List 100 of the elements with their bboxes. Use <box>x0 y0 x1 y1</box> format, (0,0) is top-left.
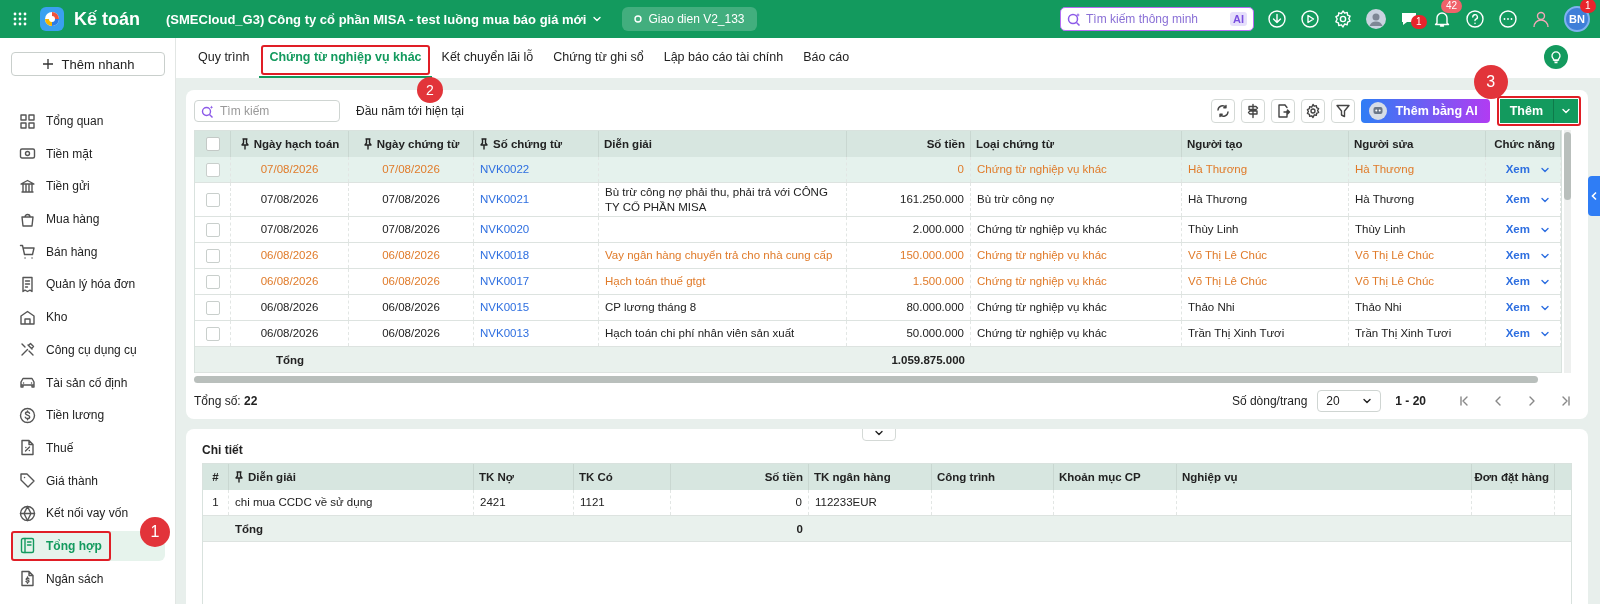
table-row[interactable]: 07/08/2026 07/08/2026 NVK0020 2.000.000 Chứng từ nghiệp vụ khác Thùy Linh Thùy Linh Xem <box>195 217 1561 243</box>
vertical-scrollbar[interactable] <box>1564 132 1571 200</box>
table-cell: 07/08/2026 <box>382 192 440 207</box>
lightbulb-button[interactable] <box>1544 45 1568 69</box>
horizontal-scrollbar[interactable] <box>194 376 1538 383</box>
collapse-toggle[interactable] <box>862 429 896 441</box>
filter-button[interactable] <box>1331 99 1356 123</box>
sparkle-search-icon <box>1067 12 1081 26</box>
table-cell: 06/08/2026 <box>382 300 440 315</box>
filter-icon <box>1335 103 1352 119</box>
tab[interactable]: Chứng từ ghi sổ <box>543 38 654 78</box>
document-link[interactable]: NVK0015 <box>480 300 530 315</box>
view-link[interactable]: Xem <box>1505 192 1530 207</box>
bell-icon[interactable] <box>1432 9 1452 29</box>
play-icon[interactable] <box>1300 9 1320 29</box>
document-link[interactable]: NVK0022 <box>480 162 530 177</box>
view-link[interactable]: Xem <box>1505 248 1530 263</box>
sidebar-item[interactable]: Tiền mặt <box>11 138 165 169</box>
document-link[interactable]: NVK0021 <box>480 192 530 207</box>
export-file-button[interactable] <box>1271 99 1296 123</box>
sidebar-item[interactable]: Tiền lương <box>11 400 165 431</box>
table-cell: 06/08/2026 <box>382 274 440 289</box>
sidebar-item[interactable]: Mua hàng <box>11 204 165 235</box>
row-checkbox[interactable] <box>205 248 220 263</box>
row-checkbox[interactable] <box>205 326 220 341</box>
table-row[interactable]: 06/08/2026 06/08/2026 NVK0018 Vay ngân hàng chuyển trả cho nhà cung cấp 150.000.000 Chứng từ nghiệp vụ khác Võ Thị Lê Chúc Võ Thị Lê Chúc Xem <box>195 243 1561 269</box>
document-link[interactable]: NVK0017 <box>480 274 530 289</box>
sidebar-item[interactable]: Thuế <box>11 432 165 463</box>
table-row[interactable]: 06/08/2026 06/08/2026 NVK0013 Hạch toán chi phí nhân viên sản xuất 50.000.000 Chứng từ nghiệp vụ khác Trần Thị Xinh Tươi Trần Thị Xinh Tươi Xem <box>195 321 1561 347</box>
download-icon[interactable] <box>1267 9 1287 29</box>
tab[interactable]: Kết chuyển lãi lỗ <box>431 38 544 78</box>
view-link[interactable]: Xem <box>1505 300 1530 315</box>
view-link[interactable]: Xem <box>1505 162 1530 177</box>
add-with-ai-button[interactable]: Thêm bằng AI <box>1361 99 1490 123</box>
user-outline-icon[interactable] <box>1531 9 1551 29</box>
table-cell: Chứng từ nghiệp vụ khác <box>977 248 1107 263</box>
table-cell: Thùy Linh <box>1355 222 1406 237</box>
row-checkbox[interactable] <box>205 192 220 207</box>
tab[interactable]: Lập báo cáo tài chính <box>653 38 794 78</box>
notification-count: 1 <box>1580 0 1596 13</box>
table-cell: 1 <box>212 495 219 510</box>
select-all-checkbox[interactable] <box>205 137 220 151</box>
document-link[interactable]: NVK0020 <box>480 222 530 237</box>
more-icon[interactable] <box>1498 9 1518 29</box>
sidebar-item[interactable]: Tổng quan <box>11 106 165 136</box>
settings-icon[interactable] <box>1333 9 1353 29</box>
row-checkbox[interactable] <box>205 222 220 237</box>
table-cell: Hạch toán chi phí nhân viên sản xuất <box>605 326 795 341</box>
app-grid-icon[interactable] <box>12 11 28 27</box>
first-page-icon[interactable] <box>1458 395 1470 407</box>
sidebar-item[interactable]: Quản lý hóa đơn <box>11 269 165 300</box>
column-header: Diễn giải <box>248 471 296 483</box>
add-button[interactable]: Thêm <box>1499 99 1553 123</box>
smart-search-field[interactable]: Tìm kiếm thông minh AI <box>1060 7 1254 31</box>
row-checkbox[interactable] <box>205 162 220 177</box>
document-link[interactable]: NVK0018 <box>480 248 530 263</box>
last-page-icon[interactable] <box>1560 395 1572 407</box>
table-cell: Trần Thị Xinh Tươi <box>1188 326 1285 341</box>
globe-link-icon <box>19 504 36 522</box>
tab[interactable]: Chứng từ nghiệp vụ khác <box>259 38 432 78</box>
row-checkbox[interactable] <box>205 300 220 315</box>
tab[interactable]: Báo cáo <box>793 38 860 78</box>
user-avatar-icon[interactable] <box>1366 9 1386 29</box>
add-menu-button[interactable] <box>1553 99 1578 123</box>
refresh-button[interactable] <box>1211 99 1236 123</box>
rows-per-page-select[interactable]: 20 <box>1317 390 1382 412</box>
total-label: Tổng <box>235 522 264 535</box>
settings-button[interactable] <box>1301 99 1326 123</box>
table-cell: Võ Thị Lê Chúc <box>1355 248 1435 263</box>
sidebar-item[interactable]: Bán hàng <box>11 236 165 267</box>
view-link[interactable]: Xem <box>1505 326 1530 341</box>
help-icon[interactable] <box>1465 9 1485 29</box>
receipt-icon <box>19 275 36 293</box>
period-filter[interactable]: Đầu năm tới hiện tại <box>356 104 464 118</box>
tab[interactable]: Quy trình <box>188 38 260 78</box>
column-header: Người tạo <box>1187 138 1243 150</box>
sidebar-item[interactable]: Giá thành <box>11 465 165 496</box>
table-row[interactable]: 07/08/2026 07/08/2026 NVK0022 0 Chứng từ nghiệp vụ khác Hà Thương Hà Thương Xem <box>195 157 1561 183</box>
chevron-left-icon <box>1590 191 1598 201</box>
sidebar-item[interactable]: Kho <box>11 302 165 333</box>
sidebar-item[interactable]: Công cụ dụng cụ <box>11 334 165 365</box>
table-row[interactable]: 06/08/2026 06/08/2026 NVK0015 CP lương tháng 8 80.000.000 Chứng từ nghiệp vụ khác Thảo Nhi Thảo Nhi Xem <box>195 295 1561 321</box>
sidebar-item[interactable]: Tài sản cố định <box>11 367 165 398</box>
view-link[interactable]: Xem <box>1505 274 1530 289</box>
row-checkbox[interactable] <box>205 274 220 289</box>
table-row[interactable]: 06/08/2026 06/08/2026 NVK0017 Hạch toán thuế gtgt 1.500.000 Chứng từ nghiệp vụ khác Võ Thị Lê Chúc Võ Thị Lê Chúc Xem <box>195 269 1561 295</box>
view-link[interactable]: Xem <box>1505 222 1530 237</box>
document-link[interactable]: NVK0013 <box>480 326 530 341</box>
side-panel-toggle[interactable] <box>1588 176 1600 216</box>
app-title: Kế toán <box>74 8 140 30</box>
table-cell-text: Bù trừ công nợ phải thu, phải trả với CÔNG TY CỔ PHẦN MISA <box>605 184 829 215</box>
table-row[interactable]: 07/08/2026 07/08/2026 NVK0021 Bù trừ công nợ phải thu, phải trả với CÔNG TY CỔ PHẦN MISA 161.250.000 Bù trừ công nợ Hà Thương Hà Thương Xem <box>195 183 1561 217</box>
quick-add-button[interactable]: Thêm nhanh <box>11 52 165 76</box>
sidebar-item[interactable]: Ngân sách <box>11 563 165 594</box>
signpost-button[interactable] <box>1241 99 1266 123</box>
table-cell: Hà Thương <box>1355 192 1415 207</box>
company-selector[interactable]: (SMECloud_G3) Công ty cổ phần MISA - test luồng mua báo giá mới <box>166 11 603 27</box>
dollar-coin-icon <box>19 406 36 424</box>
bank-icon <box>19 177 36 195</box>
sidebar-item[interactable]: Tiền gửi <box>11 171 165 202</box>
